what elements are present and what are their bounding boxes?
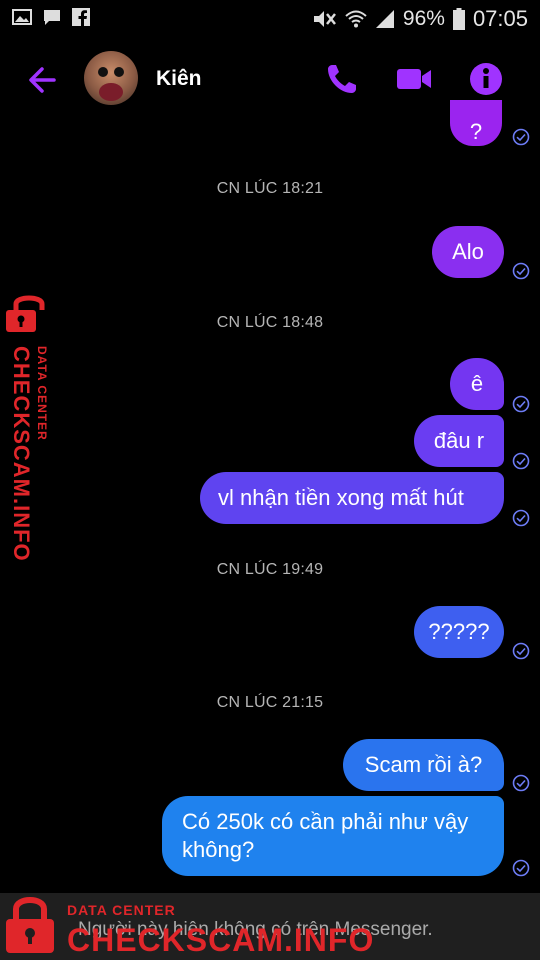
watermark-label: DATA CENTER: [35, 346, 49, 441]
timestamp: CN LÚC 18:48: [216, 314, 324, 331]
seen-check-icon: [512, 642, 530, 660]
mute-icon: [313, 11, 336, 27]
timestamp: CN LÚC 21:15: [216, 694, 324, 711]
contact-name[interactable]: Kiên: [156, 67, 202, 91]
seen-check-icon: [512, 262, 530, 280]
seen-check-icon: [512, 509, 530, 527]
timestamp: CN LÚC 18:21: [216, 180, 324, 197]
message-bubble[interactable]: đâu r: [414, 415, 504, 467]
battery-icon: [452, 8, 465, 30]
gallery-icon: [12, 9, 32, 25]
phone-icon[interactable]: [323, 60, 361, 98]
watermark-site: CHECKSCAM.INFO: [67, 922, 375, 958]
message-bubble[interactable]: Scam rồi à?: [343, 739, 504, 791]
message-bubble[interactable]: ?: [450, 100, 502, 146]
info-icon[interactable]: [467, 60, 505, 98]
status-bar: 96% 07:05: [0, 0, 540, 38]
seen-check-icon: [512, 452, 530, 470]
chat-icon: [44, 10, 60, 25]
seen-check-icon: [512, 128, 530, 146]
message-bubble[interactable]: ê: [450, 358, 504, 410]
watermark-label: DATA CENTER: [67, 902, 176, 918]
timestamp: CN LÚC 19:49: [216, 561, 324, 578]
wifi-icon: [345, 10, 367, 28]
message-bubble[interactable]: Có 250k có cần phải như vậy không?: [162, 796, 504, 876]
seen-check-icon: [512, 395, 530, 413]
message-bubble[interactable]: ?????: [414, 606, 504, 658]
lock-icon: [6, 897, 54, 953]
watermark-site: CHECKSCAM.INFO: [9, 346, 34, 562]
message-bubble[interactable]: vl nhận tiền xong mất hút: [200, 472, 504, 524]
message-bubble[interactable]: Alo: [432, 226, 504, 278]
clock: 07:05: [472, 6, 528, 31]
seen-check-icon: [512, 774, 530, 792]
watermark-side: CHECKSCAM.INFO DATA CENTER: [0, 290, 60, 562]
video-icon[interactable]: [395, 60, 433, 98]
battery-percent: 96%: [402, 7, 445, 30]
facebook-icon: [72, 8, 90, 26]
signal-icon: [375, 10, 394, 28]
back-arrow-icon[interactable]: [24, 60, 64, 100]
avatar[interactable]: [84, 51, 138, 105]
lock-icon: [6, 295, 45, 332]
seen-check-icon: [512, 859, 530, 877]
